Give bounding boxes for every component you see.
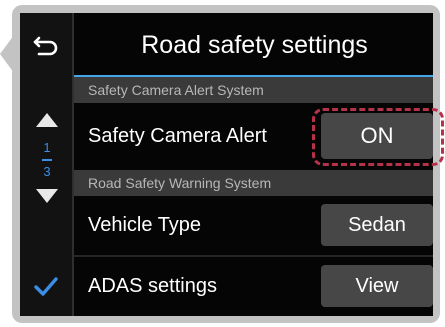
page-title: Road safety settings [141, 31, 368, 59]
back-arrow-icon [33, 36, 58, 56]
vehicle-type-button[interactable]: Sedan [321, 204, 433, 246]
page-separator [42, 159, 52, 161]
page-total: 3 [43, 164, 51, 179]
vehicle-type-row[interactable]: Vehicle Type Sedan [74, 196, 433, 255]
safety-camera-alert-label: Safety Camera Alert [88, 125, 267, 147]
device-screen: 1 3 Road safety settings Safety Camera A… [20, 13, 433, 316]
adas-settings-label: ADAS settings [88, 275, 217, 297]
triangle-down-icon[interactable] [36, 189, 58, 203]
adas-settings-row[interactable]: ADAS settings View [74, 257, 433, 316]
safety-camera-alert-row[interactable]: Safety Camera Alert ON [74, 103, 433, 170]
section-header-road-safety: Road Safety Warning System [74, 170, 433, 196]
section-header-safety-camera: Safety Camera Alert System [74, 77, 433, 103]
back-button[interactable] [20, 13, 72, 77]
vehicle-type-label: Vehicle Type [88, 214, 202, 236]
checkmark-icon[interactable] [34, 276, 58, 298]
page-current: 1 [43, 140, 51, 155]
adas-settings-view-button[interactable]: View [321, 265, 433, 307]
triangle-up-icon[interactable] [36, 113, 58, 127]
page-indicator: 1 3 [32, 139, 62, 189]
safety-camera-alert-toggle[interactable]: ON [321, 113, 433, 159]
